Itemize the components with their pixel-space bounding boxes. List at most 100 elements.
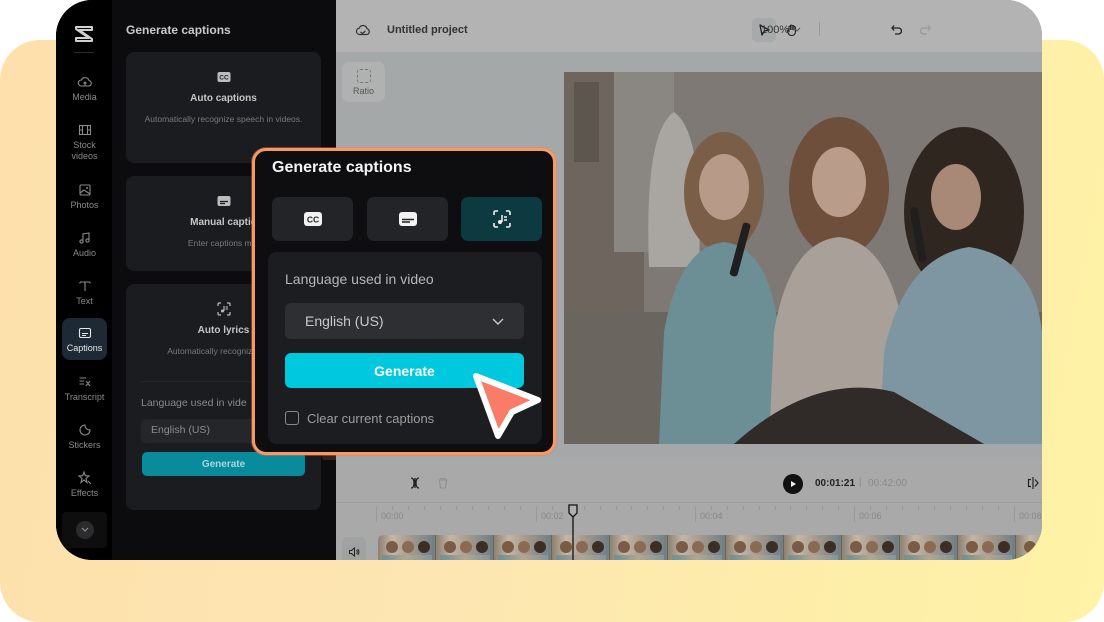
undo-icon bbox=[891, 25, 903, 35]
film-icon bbox=[78, 124, 91, 136]
ruler-minor-tick bbox=[726, 506, 728, 510]
time-separator: | bbox=[859, 477, 862, 488]
rail-label: Effects bbox=[70, 487, 99, 498]
generate-button[interactable]: Generate bbox=[142, 452, 305, 476]
play-button[interactable] bbox=[783, 474, 803, 494]
svg-text:CC: CC bbox=[306, 215, 318, 225]
redo-button[interactable] bbox=[913, 18, 937, 42]
chevron-down-icon bbox=[81, 527, 88, 532]
ruler-minor-tick bbox=[870, 506, 871, 510]
clip-thumbnail bbox=[726, 535, 784, 560]
delete-icon[interactable] bbox=[436, 476, 450, 490]
sparkle-icon bbox=[77, 469, 91, 484]
ruler-minor-tick bbox=[758, 506, 760, 510]
ruler-minor-tick bbox=[647, 506, 649, 510]
ratio-icon bbox=[356, 68, 371, 83]
rail-item-transcript[interactable]: Transcript bbox=[62, 370, 107, 406]
clip-thumbnail bbox=[958, 535, 1016, 560]
ruler-minor-tick bbox=[966, 506, 967, 510]
popup-title: Generate captions bbox=[272, 159, 412, 176]
ruler-minor-tick bbox=[520, 506, 521, 510]
track-audio-button[interactable] bbox=[342, 537, 366, 560]
cloud-sync-icon[interactable] bbox=[355, 22, 371, 38]
mode-auto-lyrics-button[interactable] bbox=[461, 197, 542, 241]
svg-text:CC: CC bbox=[219, 75, 229, 82]
ruler-minor-tick bbox=[902, 506, 903, 510]
transcript-icon bbox=[79, 376, 90, 386]
undo-button[interactable] bbox=[885, 18, 909, 42]
ruler-major-tick bbox=[536, 506, 537, 522]
lyrics-icon bbox=[492, 210, 511, 228]
ruler-minor-tick bbox=[679, 506, 681, 510]
ruler-minor-tick bbox=[615, 506, 617, 510]
ruler-minor-tick bbox=[663, 506, 665, 510]
rail-label: Captions bbox=[66, 342, 103, 353]
card-title: Manual captio bbox=[190, 217, 257, 228]
captions-icon bbox=[78, 327, 91, 338]
ruler-minor-tick bbox=[488, 506, 489, 510]
ruler-label: 00:08 bbox=[1019, 511, 1042, 521]
rail-label: Photos bbox=[70, 199, 99, 210]
icon-rail: Media Stock videos Photos Audio Text Cap… bbox=[56, 0, 112, 560]
video-preview[interactable] bbox=[564, 72, 1042, 444]
zoom-level[interactable]: 100% bbox=[761, 24, 789, 36]
video-track-clip[interactable] bbox=[378, 535, 1042, 560]
ruler-major-tick bbox=[854, 506, 855, 522]
rail-more-button[interactable] bbox=[62, 512, 107, 548]
clip-thumbnail bbox=[784, 535, 842, 560]
ruler-minor-tick bbox=[998, 506, 999, 510]
clip-thumbnail bbox=[900, 535, 958, 560]
clear-captions-label[interactable]: Clear current captions bbox=[307, 411, 434, 426]
ratio-button[interactable]: Ratio bbox=[342, 62, 385, 102]
rail-item-stock-videos[interactable]: Stock videos bbox=[62, 118, 107, 166]
play-icon bbox=[791, 481, 796, 487]
ruler-major-tick bbox=[1014, 506, 1015, 522]
ruler-minor-tick bbox=[918, 506, 919, 510]
card-title: Auto lyrics bbox=[197, 325, 250, 336]
clip-thumbnail bbox=[1016, 535, 1042, 560]
ruler-major-tick bbox=[376, 506, 377, 522]
ruler-minor-tick bbox=[710, 506, 712, 510]
rail-item-text[interactable]: Text bbox=[62, 274, 107, 310]
clear-captions-checkbox[interactable] bbox=[285, 411, 299, 425]
cloud-upload-icon bbox=[77, 76, 92, 87]
ruler-label: 00:02 bbox=[541, 511, 564, 521]
ruler-minor-tick bbox=[472, 506, 473, 510]
timeline-ruler[interactable]: 00:00 00:02 00:04 00:06 00:08 bbox=[336, 504, 1042, 530]
playhead[interactable] bbox=[567, 503, 579, 560]
rail-item-captions[interactable]: Captions bbox=[62, 318, 107, 360]
rail-item-media[interactable]: Media bbox=[62, 70, 107, 106]
card-description: Automatically recognize speech in videos… bbox=[144, 114, 303, 124]
rail-item-audio[interactable]: Audio bbox=[62, 226, 107, 262]
clip-thumbnail bbox=[436, 535, 494, 560]
ruler-label: 00:00 bbox=[381, 511, 404, 521]
mode-manual-captions-button[interactable] bbox=[367, 197, 448, 241]
ruler-minor-tick bbox=[950, 506, 951, 510]
ruler-minor-tick bbox=[392, 506, 393, 510]
music-note-icon bbox=[78, 231, 90, 244]
project-title[interactable]: Untitled project bbox=[387, 24, 468, 36]
image-icon bbox=[78, 183, 91, 196]
rail-item-photos[interactable]: Photos bbox=[62, 178, 107, 214]
subtitle-icon bbox=[217, 196, 230, 206]
chevron-down-icon[interactable] bbox=[792, 24, 802, 34]
language-select[interactable]: English (US) bbox=[285, 303, 524, 339]
rail-label: Transcript bbox=[64, 391, 105, 402]
panel-title: Generate captions bbox=[126, 23, 231, 37]
snap-icon[interactable] bbox=[1026, 476, 1040, 490]
ruler-minor-tick bbox=[822, 506, 824, 510]
cc-icon: CC bbox=[303, 212, 322, 226]
rail-item-effects[interactable]: Effects bbox=[62, 466, 107, 502]
split-icon[interactable] bbox=[408, 476, 422, 490]
ruler-minor-tick bbox=[742, 506, 744, 510]
top-bar: Untitled project 100% bbox=[336, 0, 1042, 52]
ruler-minor-tick bbox=[583, 506, 585, 510]
ruler-minor-tick bbox=[982, 506, 983, 510]
ruler-major-tick bbox=[695, 506, 696, 522]
ruler-label: 00:06 bbox=[859, 511, 882, 521]
rail-item-stickers[interactable]: Stickers bbox=[62, 418, 107, 454]
auto-captions-card[interactable]: CC Auto captions Automatically recognize… bbox=[126, 52, 321, 163]
redo-icon bbox=[919, 25, 931, 35]
chevron-down-icon bbox=[492, 318, 504, 325]
mode-auto-captions-button[interactable]: CC bbox=[272, 197, 353, 241]
